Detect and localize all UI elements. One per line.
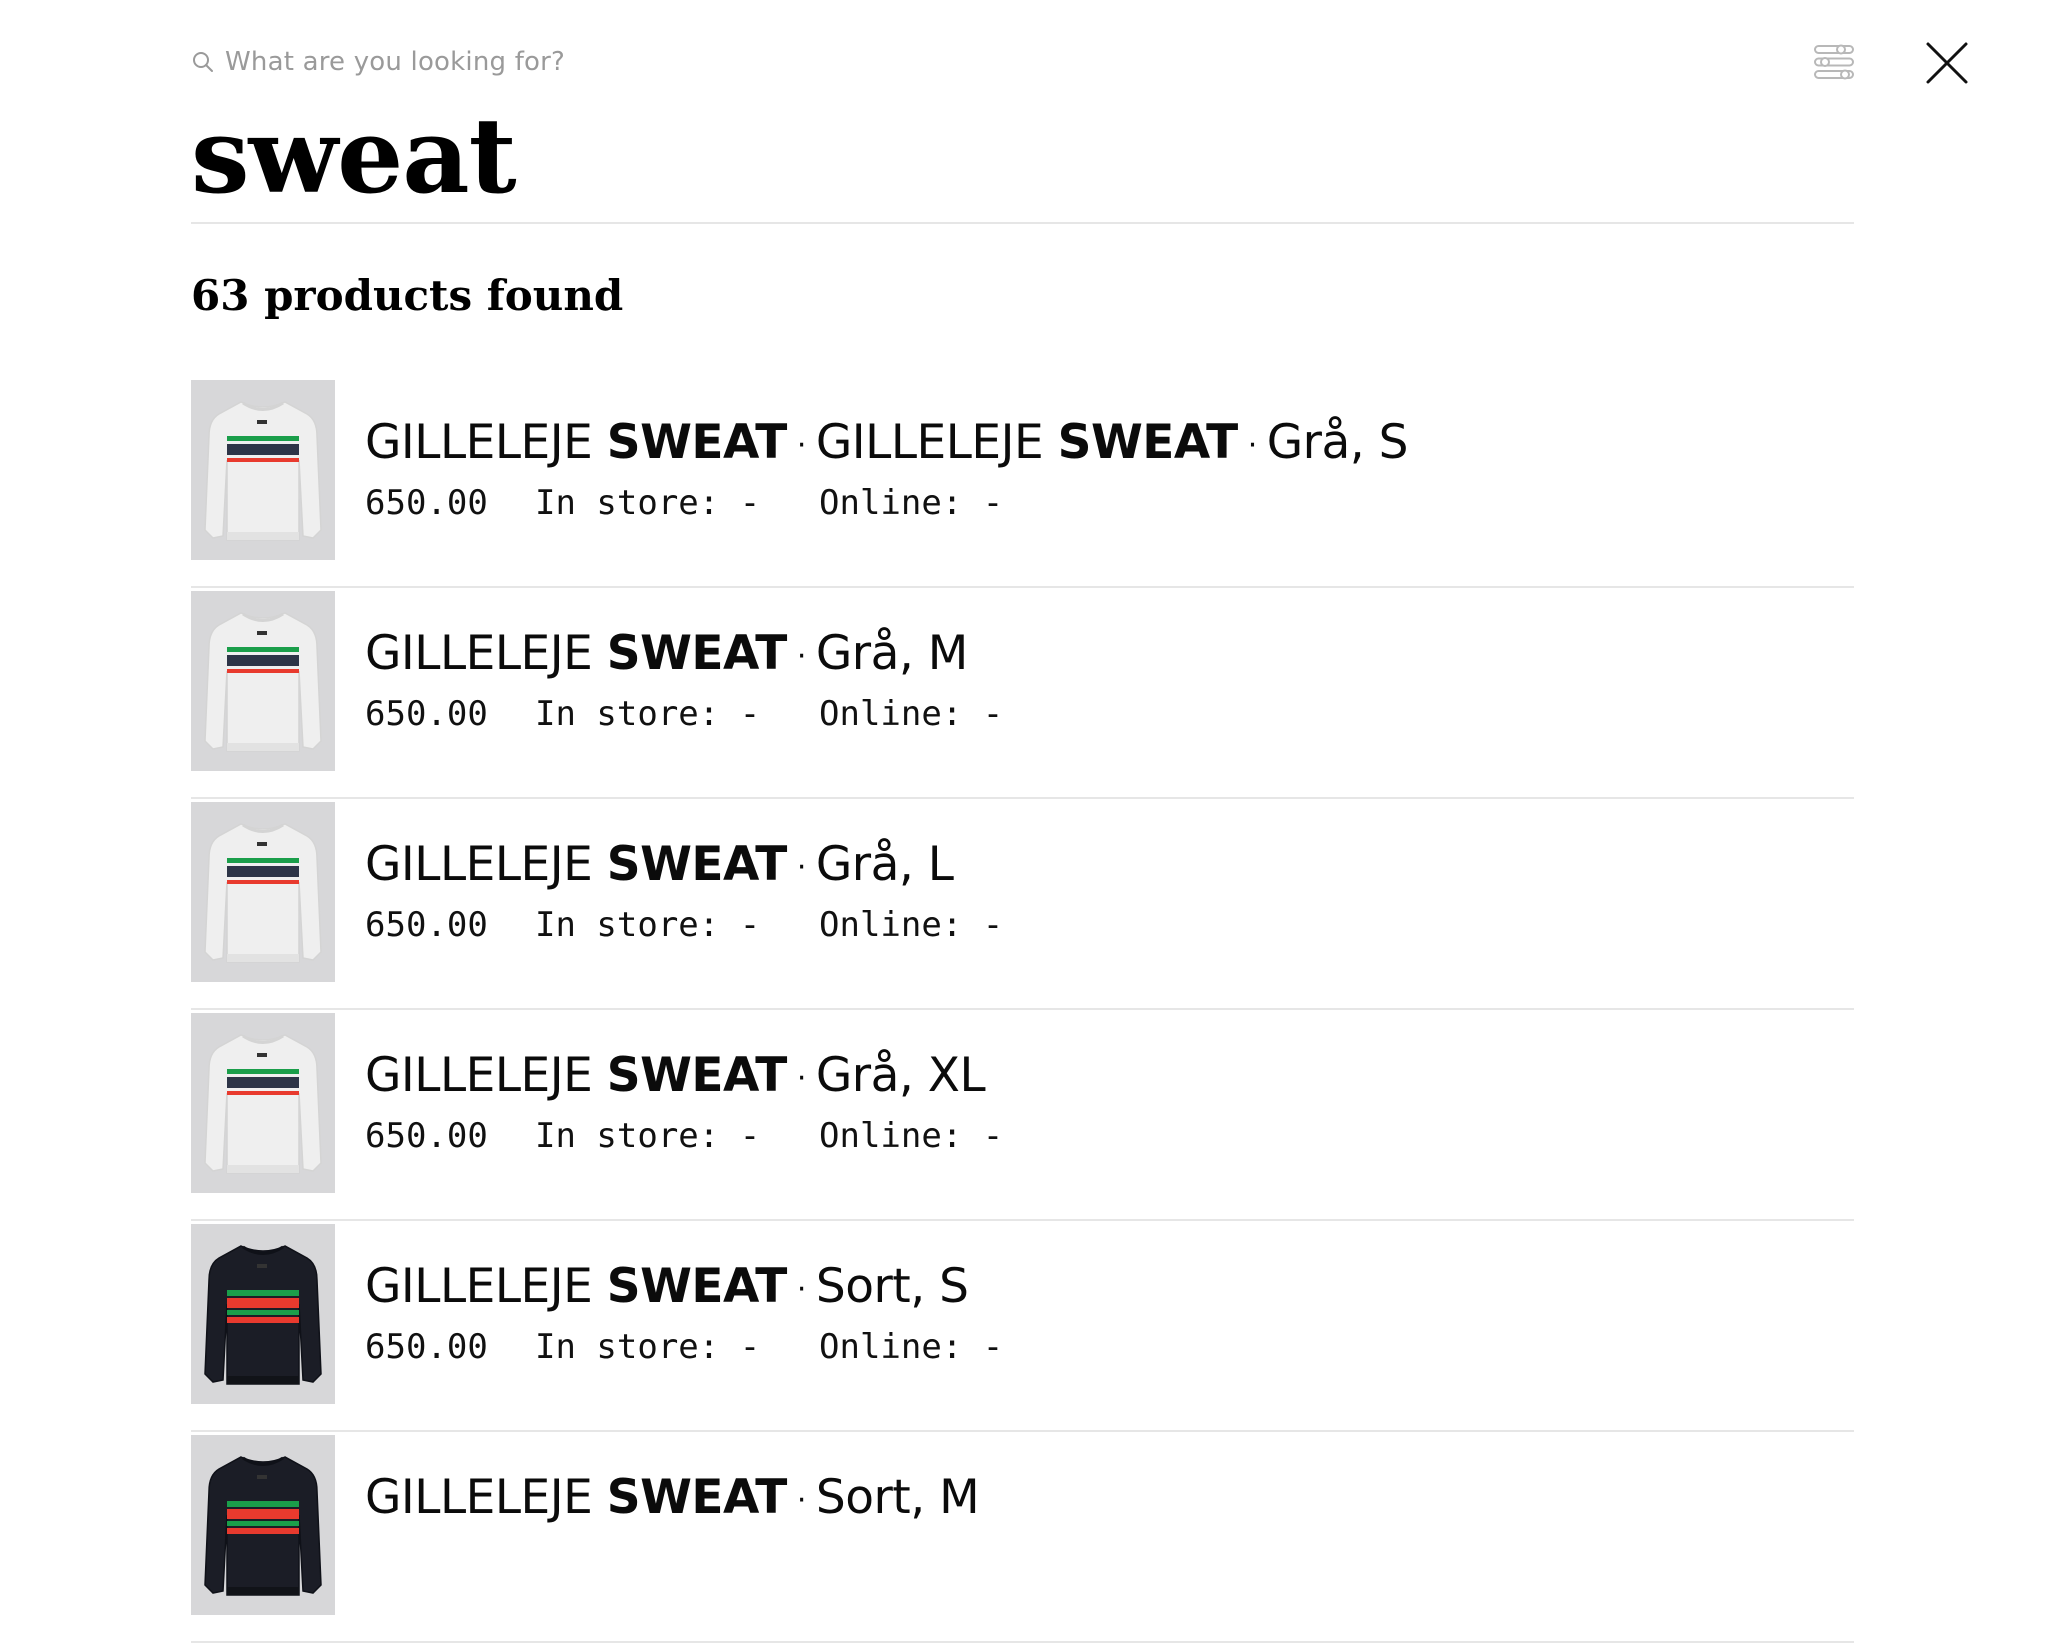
product-online: Online: -	[819, 694, 1004, 734]
title-part: SWEAT	[606, 1470, 788, 1525]
title-part: GILLELEJE	[365, 837, 607, 892]
product-thumbnail	[191, 1013, 335, 1193]
product-title: GILLELEJE SWEAT · Grå, L	[365, 835, 954, 898]
product-online: Online: -	[819, 905, 1004, 945]
product-meta: 650.00 In store: - Online: -	[365, 1325, 1003, 1369]
product-thumbnail	[191, 1435, 335, 1615]
product-thumbnail	[191, 1224, 335, 1404]
search-placeholder: What are you looking for?	[225, 47, 566, 77]
search-header: What are you looking for? sweat	[191, 0, 1854, 224]
title-part: SWEAT	[606, 1259, 788, 1314]
product-price: 650.00	[365, 905, 488, 945]
product-thumbnail	[191, 802, 335, 982]
product-meta: 650.00 In store: - Online: -	[365, 903, 1003, 947]
title-part: Grå, XL	[815, 1048, 986, 1103]
product-title: GILLELEJE SWEAT · Grå, M	[365, 624, 968, 687]
title-part: SWEAT	[606, 626, 788, 681]
product-title: GILLELEJE SWEAT · GILLELEJE SWEAT · Grå, S	[365, 413, 1409, 476]
product-meta: 650.00 In store: - Online: -	[365, 1114, 1003, 1158]
product-in-store: In store: -	[535, 483, 761, 523]
product-row[interactable]: GILLELEJE SWEAT · Grå, L 650.00 In store: - O…	[191, 799, 1854, 1010]
title-part: SWEAT	[1057, 415, 1239, 470]
title-part: Grå, L	[815, 837, 954, 892]
product-in-store: In store: -	[535, 1116, 761, 1156]
product-row[interactable]: GILLELEJE SWEAT · GILLELEJE SWEAT · Grå, S 65…	[191, 377, 1854, 588]
product-price: 650.00	[365, 1327, 488, 1367]
title-part: SWEAT	[606, 1048, 788, 1103]
close-button[interactable]	[1924, 40, 1970, 86]
product-title: GILLELEJE SWEAT · Sort, S	[365, 1257, 969, 1320]
product-price: 650.00	[365, 694, 488, 734]
search-query[interactable]: sweat	[191, 96, 517, 216]
title-part: SWEAT	[606, 837, 788, 892]
filter-button[interactable]	[1812, 40, 1856, 84]
product-in-store: In store: -	[535, 694, 761, 734]
title-part: GILLELEJE	[365, 415, 607, 470]
product-in-store: In store: -	[535, 1327, 761, 1367]
title-part: Grå, S	[1266, 415, 1409, 470]
title-separator: ·	[796, 427, 807, 463]
product-online: Online: -	[819, 483, 1004, 523]
product-meta: 650.00 In store: - Online: -	[365, 692, 1003, 736]
title-part: GILLELEJE	[815, 415, 1058, 470]
product-title: GILLELEJE SWEAT · Sort, M	[365, 1468, 980, 1531]
product-row[interactable]: GILLELEJE SWEAT · Grå, XL 650.00 In store: -…	[191, 1010, 1854, 1221]
product-thumbnail	[191, 380, 335, 560]
title-part: Sort, S	[815, 1259, 969, 1314]
result-count: 63 products found	[191, 271, 624, 320]
title-part: SWEAT	[606, 415, 788, 470]
product-row[interactable]: GILLELEJE SWEAT · Sort, M	[191, 1432, 1854, 1643]
product-list: GILLELEJE SWEAT · GILLELEJE SWEAT · Grå, S 65…	[191, 377, 1854, 1643]
search-icon	[191, 50, 215, 74]
product-title: GILLELEJE SWEAT · Grå, XL	[365, 1046, 986, 1109]
title-separator: ·	[796, 849, 807, 885]
product-row[interactable]: GILLELEJE SWEAT · Sort, S 650.00 In store: -…	[191, 1221, 1854, 1432]
product-online: Online: -	[819, 1116, 1004, 1156]
product-price: 650.00	[365, 483, 488, 523]
title-part: GILLELEJE	[365, 1259, 607, 1314]
title-separator: ·	[796, 1482, 807, 1518]
title-part: GILLELEJE	[365, 626, 607, 681]
product-meta	[365, 1536, 819, 1580]
search-input[interactable]: What are you looking for?	[191, 44, 565, 80]
product-row[interactable]: GILLELEJE SWEAT · Grå, M 650.00 In store: - O…	[191, 588, 1854, 799]
title-part: Sort, M	[815, 1470, 980, 1525]
title-separator: ·	[796, 1271, 807, 1307]
product-meta: 650.00 In store: - Online: -	[365, 481, 1003, 525]
title-separator: ·	[1247, 427, 1258, 463]
product-online: Online: -	[819, 1327, 1004, 1367]
title-part: Grå, M	[815, 626, 968, 681]
title-part: GILLELEJE	[365, 1470, 607, 1525]
product-thumbnail	[191, 591, 335, 771]
product-in-store: In store: -	[535, 905, 761, 945]
title-separator: ·	[796, 638, 807, 674]
filter-sliders-icon	[1812, 44, 1856, 88]
title-separator: ·	[796, 1060, 807, 1096]
product-price: 650.00	[365, 1116, 488, 1156]
close-icon	[1924, 42, 1970, 90]
title-part: GILLELEJE	[365, 1048, 607, 1103]
